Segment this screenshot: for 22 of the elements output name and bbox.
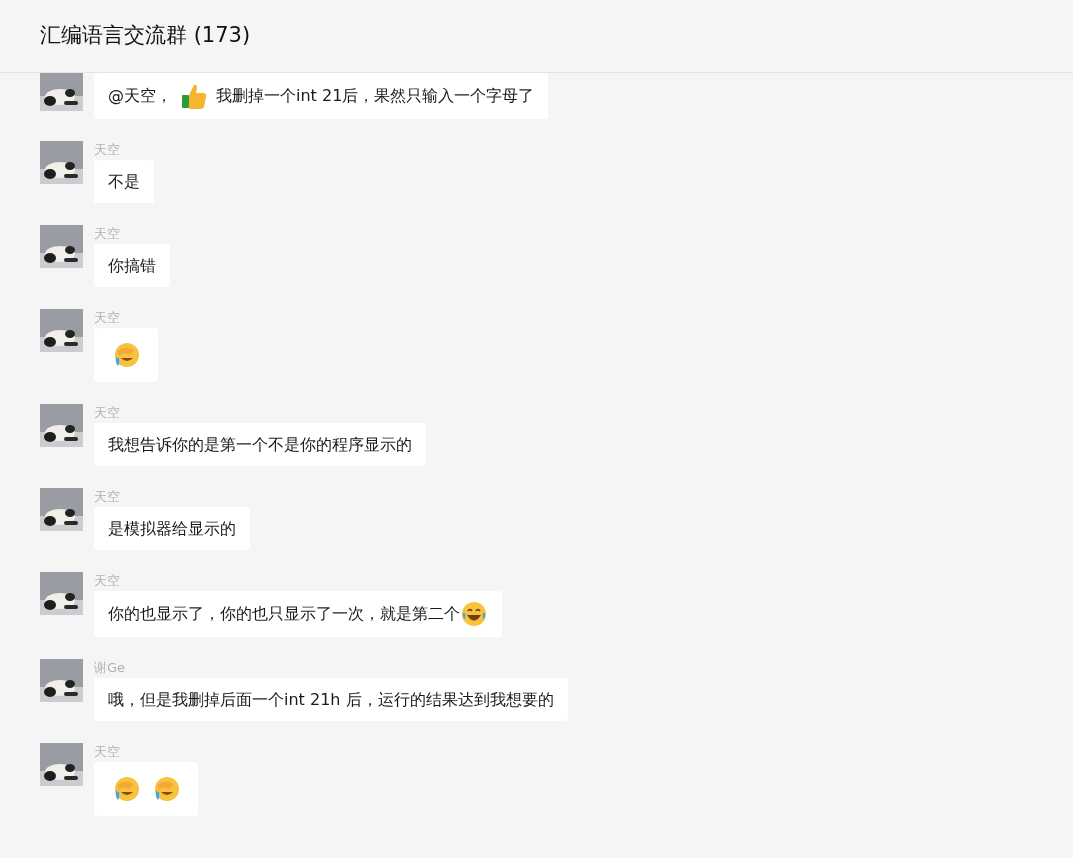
facepalm-emoji-icon bbox=[112, 341, 140, 369]
message-text: 我想告诉你的是第一个不是你的程序显示的 bbox=[108, 433, 412, 456]
sender-name: 天空 bbox=[94, 141, 120, 158]
chat-title: 汇编语言交流群 (173) bbox=[40, 22, 251, 50]
sender-name: 天空 bbox=[94, 488, 120, 505]
thumbs-up-icon bbox=[180, 82, 208, 110]
message-text: 不是 bbox=[108, 170, 140, 193]
message-text: 是模拟器给显示的 bbox=[108, 517, 236, 540]
facepalm-emoji-icon bbox=[112, 775, 140, 803]
message-text: 你的也显示了，你的也只显示了一次，就是第二个 bbox=[108, 603, 460, 625]
sender-name: 天空 bbox=[94, 225, 120, 242]
message-text: 我删掉一个int 21后，果然只输入一个字母了 bbox=[216, 85, 535, 107]
message-text: @天空， bbox=[108, 85, 172, 107]
message-text: 你搞错 bbox=[108, 254, 156, 277]
facepalm-emoji-icon bbox=[152, 775, 180, 803]
message-text: 哦，但是我删掉后面一个int 21h 后，运行的结果达到我想要的 bbox=[108, 688, 554, 711]
sender-name: 天空 bbox=[94, 404, 120, 421]
laughing-emoji-icon bbox=[460, 600, 488, 628]
sender-name: 天空 bbox=[94, 572, 120, 589]
sender-name: 谢Ge bbox=[94, 659, 126, 676]
sender-name: 天空 bbox=[94, 309, 120, 326]
sender-name: 天空 bbox=[94, 743, 120, 760]
